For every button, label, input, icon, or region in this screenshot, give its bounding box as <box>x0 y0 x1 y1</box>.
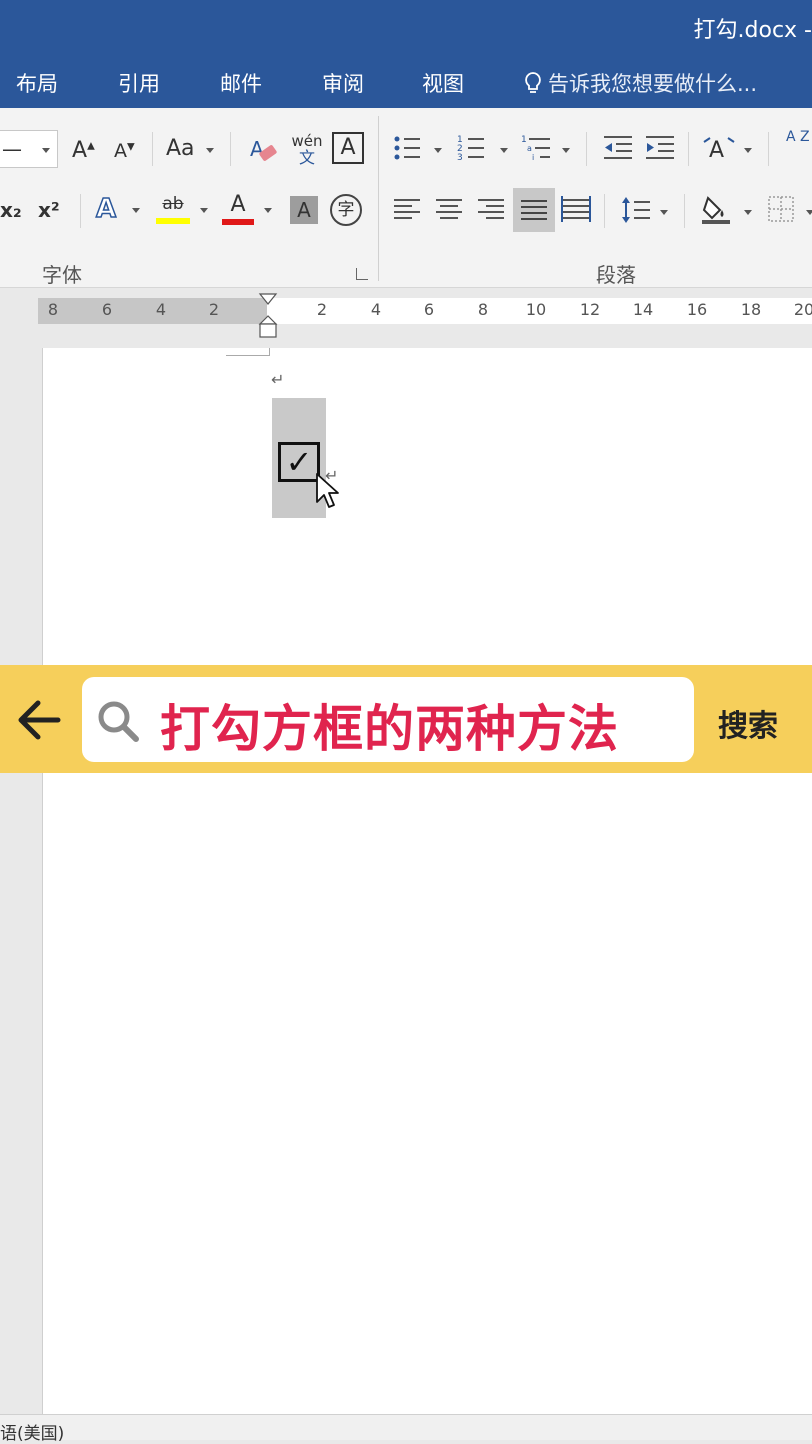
align-left-icon[interactable] <box>392 194 422 228</box>
svg-text:3: 3 <box>457 153 463 163</box>
tell-me-box[interactable]: 告诉我您想要做什么... <box>524 68 757 98</box>
svg-text:a: a <box>527 144 532 153</box>
character-shading-button[interactable]: A <box>290 196 318 224</box>
margin-corner <box>226 348 270 356</box>
clear-formatting-icon[interactable]: A <box>248 136 280 170</box>
search-icon <box>98 701 139 742</box>
chevron-down-icon <box>660 210 668 215</box>
tab-mailings[interactable]: 邮件 <box>220 68 262 98</box>
font-size-value: — <box>2 137 22 161</box>
ruler-tick: 6 <box>101 300 113 319</box>
numbering-icon[interactable]: 123 <box>456 132 488 168</box>
paragraph-group-label: 段落 <box>596 263 636 287</box>
decrease-indent-icon[interactable] <box>602 132 634 168</box>
ruler-tick: 2 <box>316 300 328 319</box>
font-dialog-launcher-icon[interactable] <box>356 268 368 280</box>
chevron-down-icon <box>806 210 812 215</box>
ruler-tick: 8 <box>47 300 59 319</box>
ruler-tick: 2 <box>208 300 220 319</box>
status-bar: 语(美国) <box>0 1414 812 1444</box>
shrink-font-button[interactable]: A▼ <box>114 142 135 161</box>
tab-references[interactable]: 引用 <box>118 68 160 98</box>
chevron-down-icon <box>264 208 272 213</box>
chevron-down-icon <box>744 210 752 215</box>
language-status[interactable]: 语(美国) <box>0 1419 64 1444</box>
tell-me-text: 告诉我您想要做什么... <box>548 72 758 96</box>
character-border-button[interactable]: A <box>332 132 364 164</box>
ruler-tick: 4 <box>370 300 382 319</box>
search-button[interactable]: 搜索 <box>718 701 778 745</box>
shading-icon[interactable] <box>700 192 734 230</box>
back-arrow-icon[interactable] <box>16 699 62 741</box>
tab-review[interactable]: 审阅 <box>322 68 364 98</box>
lightbulb-icon <box>525 72 541 93</box>
multilevel-list-icon[interactable]: 1ai <box>520 132 556 168</box>
mouse-cursor-icon <box>316 473 339 508</box>
ruler-tick: 12 <box>579 300 601 319</box>
chevron-down-icon <box>42 148 50 153</box>
search-input[interactable]: 打勾方框的两种方法 <box>82 677 694 762</box>
title-bar: 打勾.docx - <box>0 0 812 56</box>
tab-view[interactable]: 视图 <box>422 68 464 98</box>
chevron-down-icon <box>744 148 752 153</box>
distributed-icon[interactable] <box>560 194 592 228</box>
svg-text:1: 1 <box>521 135 527 145</box>
borders-icon[interactable] <box>766 194 796 228</box>
bullets-icon[interactable] <box>392 132 424 168</box>
search-overlay-bar: 打勾方框的两种方法 搜索 <box>0 665 812 773</box>
enclose-characters-button[interactable]: 字 <box>330 194 362 226</box>
chevron-down-icon <box>500 148 508 153</box>
document-page[interactable]: ↵ ✓ ↵ <box>42 348 812 1414</box>
ruler-tick: 16 <box>686 300 708 319</box>
ruler-tick: 14 <box>632 300 654 319</box>
chevron-down-icon <box>434 148 442 153</box>
svg-text:A: A <box>709 138 724 163</box>
align-right-icon[interactable] <box>476 194 506 228</box>
change-case-button[interactable]: Aa <box>166 138 195 160</box>
highlight-color-button[interactable]: ab <box>156 194 190 224</box>
phonetic-guide-button[interactable]: wén 文 <box>290 132 324 166</box>
font-group-label: 字体 <box>42 263 82 287</box>
chevron-down-icon <box>562 148 570 153</box>
ruler-tick: 18 <box>740 300 762 319</box>
ribbon-tabs: 布局 引用 邮件 审阅 视图 告诉我您想要做什么... <box>0 56 812 108</box>
chevron-down-icon <box>206 148 214 153</box>
asian-layout-icon[interactable]: A <box>702 132 736 168</box>
window-title: 打勾.docx - <box>693 18 812 43</box>
text-effects-button[interactable]: A <box>95 195 117 223</box>
line-spacing-icon[interactable] <box>620 194 652 230</box>
chevron-down-icon <box>132 208 140 213</box>
ruler-tick: 4 <box>155 300 167 319</box>
subscript-button[interactable]: x₂ <box>0 200 22 220</box>
sort-icon[interactable]: A Z <box>786 130 812 145</box>
grow-font-button[interactable]: A▲ <box>72 140 95 162</box>
svg-text:i: i <box>532 153 534 162</box>
font-color-button[interactable]: A <box>222 192 254 225</box>
font-size-box[interactable]: — <box>0 130 58 168</box>
increase-indent-icon[interactable] <box>644 132 676 168</box>
justify-icon[interactable] <box>513 188 555 232</box>
tab-layout[interactable]: 布局 <box>16 68 58 98</box>
checkbox-symbol[interactable]: ✓ <box>278 442 320 482</box>
ribbon: — A▲ A▼ Aa A wén 文 A x₂ x² A ab A A 字 字体… <box>0 108 812 288</box>
ruler-tick: 8 <box>477 300 489 319</box>
chevron-down-icon <box>200 208 208 213</box>
paragraph-mark: ↵ <box>271 370 285 389</box>
ruler-tick: 20 <box>793 300 812 319</box>
align-center-icon[interactable] <box>434 194 464 228</box>
ruler-tick: 6 <box>423 300 435 319</box>
ruler-tick: 10 <box>525 300 547 319</box>
superscript-button[interactable]: x² <box>38 200 60 220</box>
indent-marker-icon[interactable] <box>258 292 278 340</box>
search-query-text: 打勾方框的两种方法 <box>160 700 619 758</box>
